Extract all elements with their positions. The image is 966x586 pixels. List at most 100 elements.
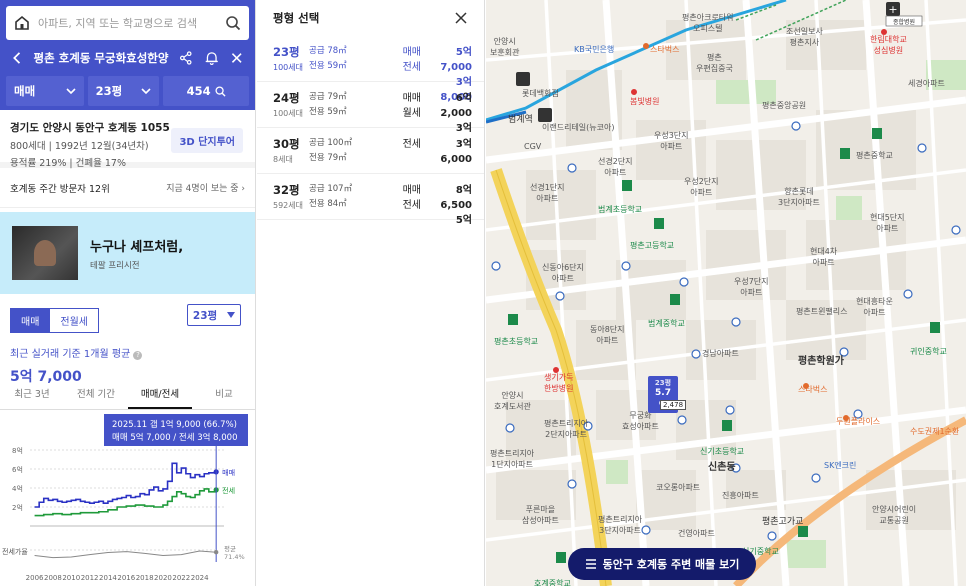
visitor-rank: 호계동 주간 방문자 12위 bbox=[10, 183, 110, 195]
map-label[interactable]: 신기초등학교 bbox=[700, 446, 744, 457]
map-label[interactable]: 귀인중학교 bbox=[910, 346, 947, 357]
map-label[interactable]: 평촌아크로타워 오피스텔 bbox=[682, 12, 734, 34]
map-label[interactable]: 건영아파트 bbox=[678, 528, 715, 539]
map-label[interactable]: 조선일보사 평촌지사 bbox=[786, 26, 823, 48]
price-chart: 2025.11 갭 1억 9,000 (66.7%) 매매 5억 7,000 / … bbox=[2, 414, 248, 582]
map-label[interactable]: 현대5단지 아파트 bbox=[870, 212, 905, 234]
map-label[interactable]: 안양시어린이 교통공원 bbox=[872, 504, 916, 526]
size-row[interactable]: 23평 100세대 공급 78㎡ 전용 59㎡ 매매 전세 5억 7,000 3억 8,000 bbox=[257, 36, 484, 103]
period-tab[interactable]: 비교 bbox=[192, 382, 255, 409]
map-label[interactable]: 선경1단지 아파트 bbox=[530, 182, 565, 204]
period-tab[interactable]: 매매/전세 bbox=[128, 382, 192, 409]
map-label[interactable]: 신촌동 bbox=[708, 458, 736, 473]
map-label[interactable]: 우성7단지 아파트 bbox=[734, 276, 769, 298]
map-label[interactable]: 두원플라이스 bbox=[836, 416, 880, 427]
map-label[interactable]: 평촌트리지아 2단지아파트 bbox=[544, 418, 588, 440]
map-label[interactable]: 수도권제1순환 bbox=[910, 426, 959, 437]
map-label[interactable]: 평촌초등학교 bbox=[494, 336, 538, 347]
share-icon[interactable] bbox=[178, 49, 194, 67]
map-label[interactable]: CGV bbox=[524, 142, 541, 151]
size-label: 23평 100세대 bbox=[273, 45, 303, 72]
y-tick-label: 8억 bbox=[12, 447, 23, 455]
map-label[interactable]: 안양시 보훈회관 bbox=[490, 36, 519, 58]
size-select[interactable]: 23평 bbox=[87, 76, 160, 106]
map-label[interactable]: 세경아파트 bbox=[908, 78, 945, 89]
map-label[interactable]: 평촌트리지아 1단지아파트 bbox=[490, 448, 534, 470]
size-row[interactable]: 32평 592세대 공급 107㎡ 전용 84㎡ 매매 전세 8억 6,500 5억 bbox=[257, 174, 484, 226]
map-label[interactable]: 롯데백화점 bbox=[522, 88, 559, 99]
listing-count-button[interactable]: 454 bbox=[163, 76, 249, 106]
viewers-now[interactable]: 지금 4명이 보는 중 › bbox=[166, 181, 245, 194]
map-label[interactable]: 범계중학교 bbox=[648, 318, 685, 329]
map-label[interactable]: 진흥아파트 bbox=[722, 490, 759, 501]
home-icon[interactable] bbox=[14, 15, 30, 31]
search-box[interactable]: 아파트, 지역 또는 학교명으로 검색 bbox=[6, 6, 249, 40]
map-label[interactable]: 범계역 bbox=[508, 112, 533, 125]
trade-types: 전세 bbox=[402, 139, 421, 150]
map-label[interactable]: 향촌롯데 3단지아파트 bbox=[778, 186, 820, 208]
top-bar: 아파트, 지역 또는 학교명으로 검색 평촌 호계동 무궁화효성한양 매매 23… bbox=[0, 0, 255, 110]
visitor-row[interactable]: 호계동 주간 방문자 12위 지금 4명이 보는 중 › bbox=[0, 168, 255, 208]
map-label[interactable]: 우성3단지 아파트 bbox=[654, 130, 689, 152]
map-label[interactable]: 신동아6단지 아파트 bbox=[542, 262, 584, 284]
search-icon[interactable] bbox=[225, 15, 241, 31]
map-label[interactable]: 평촌트리지아 3단지아파트 bbox=[598, 514, 642, 536]
map-label[interactable]: 현대4차 아파트 bbox=[810, 246, 837, 268]
size-dropdown-value: 23평 bbox=[192, 309, 218, 322]
map-label[interactable]: 평촌중앙공원 bbox=[762, 100, 806, 111]
help-icon[interactable]: ? bbox=[133, 351, 143, 360]
map-label[interactable]: 평촌고가교 bbox=[762, 514, 803, 527]
map-label[interactable]: 우성2단지 아파트 bbox=[684, 176, 719, 198]
map-label[interactable]: 스타벅스 bbox=[650, 44, 679, 55]
map-label[interactable]: 평촌고등학교 bbox=[630, 240, 674, 251]
map-label[interactable]: 선경2단지 아파트 bbox=[598, 156, 633, 178]
map-label[interactable]: 경남아파트 bbox=[702, 348, 739, 359]
tab-rent[interactable]: 전월세 bbox=[50, 308, 100, 333]
map-label[interactable]: 호계중학교 bbox=[534, 578, 571, 586]
close-icon[interactable] bbox=[454, 11, 468, 25]
map-label[interactable]: 평촌학원가 bbox=[798, 352, 844, 367]
svg-text:종합병원: 종합병원 bbox=[893, 18, 915, 26]
map-label[interactable]: 코오롱아파트 bbox=[656, 482, 700, 493]
ad-banner[interactable]: 누구나 셰프처럼, 테팔 프리시전 bbox=[0, 212, 255, 294]
tab-sale[interactable]: 매매 bbox=[10, 308, 51, 333]
map-label[interactable]: 스타벅스 bbox=[798, 384, 827, 395]
map-label[interactable]: KB국민은행 bbox=[574, 44, 614, 55]
caret-down-icon bbox=[227, 312, 236, 318]
ad-image bbox=[12, 226, 78, 280]
map-view[interactable]: + 종합병원 안양시 보훈회관 평촌아크로타워 오피스텔 조선일보사 평촌지사 KB국… bbox=[486, 0, 966, 586]
map-label[interactable]: 평촌 우편집중국 bbox=[696, 52, 733, 74]
back-arrow-icon[interactable] bbox=[10, 49, 26, 67]
close-icon[interactable] bbox=[229, 49, 245, 67]
map-label[interactable]: SK엔크린 bbox=[824, 460, 856, 471]
search-input[interactable]: 아파트, 지역 또는 학교명으로 검색 bbox=[38, 15, 225, 31]
map-label[interactable]: 평촌중학교 bbox=[856, 150, 893, 161]
size-select-panel: 평형 선택 23평 100세대 공급 78㎡ 전용 59㎡ 매매 전세 5억 7,000 3억… bbox=[257, 0, 485, 586]
search-icon bbox=[215, 85, 226, 97]
trade-type-select[interactable]: 매매 bbox=[6, 76, 84, 106]
map-label[interactable]: 푸른마을 삼성아파트 bbox=[522, 504, 559, 526]
app-root: 아파트, 지역 또는 학교명으로 검색 평촌 호계동 무궁화효성한양 매매 23… bbox=[0, 0, 966, 586]
map-label[interactable]: 무궁화 효성아파트 bbox=[622, 410, 659, 432]
map-label[interactable]: 안양시 호계도서관 bbox=[494, 390, 531, 412]
nearby-listings-button[interactable]: 동안구 호계동 주변 매물 보기 bbox=[568, 548, 756, 580]
trade-prices: 3억 6,000 bbox=[440, 139, 472, 165]
map-label[interactable]: 한림대학교 성심병원 bbox=[870, 34, 907, 56]
map-label[interactable]: 동아8단지 아파트 bbox=[590, 324, 625, 346]
chevron-down-icon bbox=[66, 88, 76, 95]
map-label[interactable]: 평촌트윈팰리스 bbox=[796, 306, 848, 317]
map-label[interactable]: 현대흥타운 아파트 bbox=[856, 296, 893, 318]
3d-tour-button[interactable]: 3D 단지투어 bbox=[171, 128, 243, 153]
size-dropdown[interactable]: 23평 bbox=[187, 304, 241, 326]
ad-brand: 테팔 프리시전 bbox=[90, 260, 140, 271]
map-label[interactable]: 봄빛병원 bbox=[630, 96, 659, 107]
bell-icon[interactable] bbox=[204, 49, 220, 67]
recent-label: 최근 실거래 기준 1개월 평균 ? bbox=[10, 345, 245, 360]
x-tick-label: 2014 bbox=[99, 574, 117, 582]
map-label[interactable]: 생기가득 한방병원 bbox=[544, 372, 573, 394]
size-label: 32평 592세대 bbox=[273, 183, 303, 210]
map-label[interactable]: 범계초등학교 bbox=[598, 204, 642, 215]
period-tab[interactable]: 전체 기간 bbox=[64, 382, 128, 409]
period-tab[interactable]: 최근 3년 bbox=[0, 382, 64, 409]
map-label[interactable]: 이랜드리테일(뉴코아) bbox=[542, 122, 614, 133]
